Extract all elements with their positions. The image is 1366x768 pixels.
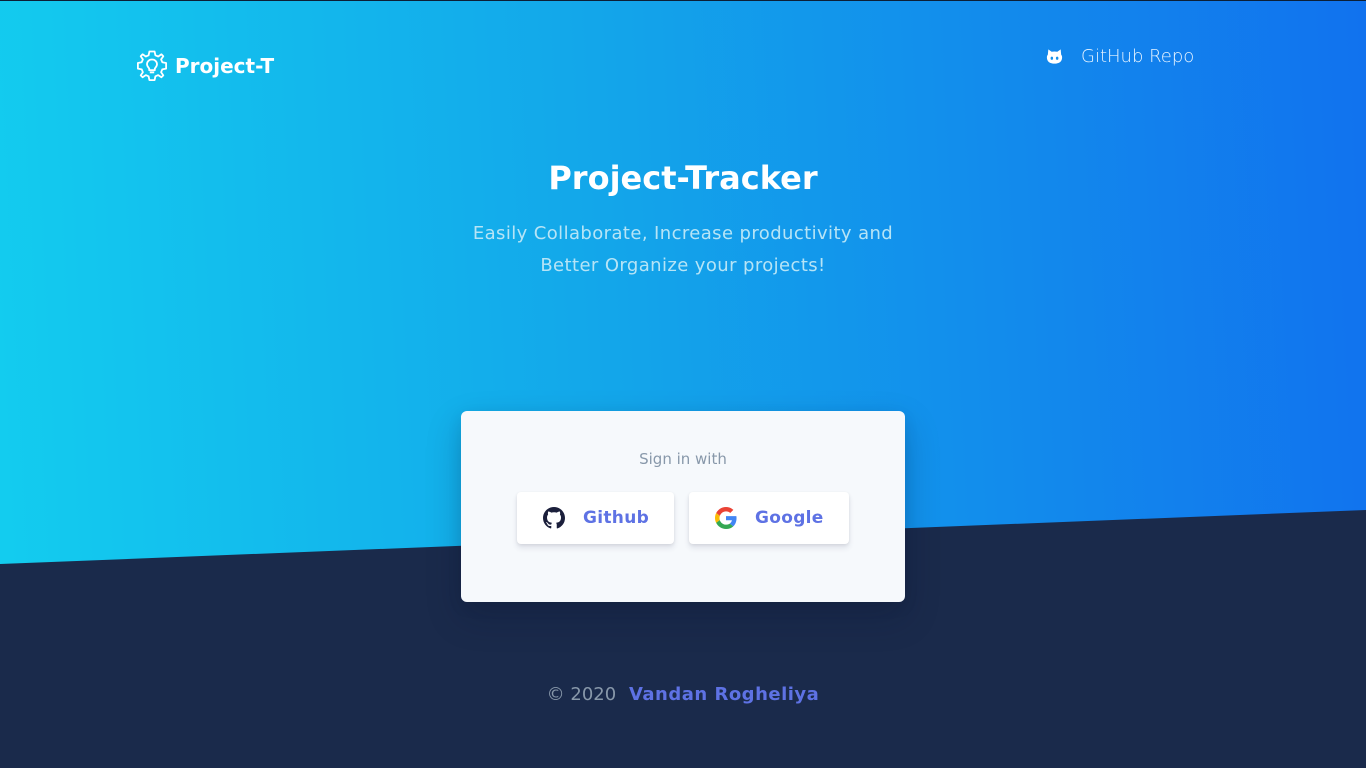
github-repo-label: GitHub Repo — [1081, 45, 1195, 67]
hero-subtitle: Easily Collaborate, Increase productivit… — [472, 223, 894, 276]
github-octocat-icon — [1046, 48, 1063, 64]
gear-bulb-icon — [137, 50, 167, 81]
google-signin-button[interactable]: Google — [689, 492, 849, 544]
signin-card: Sign in with Github Google — [461, 411, 905, 602]
hero-title: Project-Tracker — [548, 159, 818, 197]
github-signin-button[interactable]: Github — [517, 492, 674, 544]
hero-section: Project-Tracker Easily Collaborate, Incr… — [0, 155, 1366, 282]
brand-name: Project-T — [175, 54, 275, 78]
copyright-text: © 2020 — [546, 684, 617, 705]
github-button-label: Github — [583, 508, 650, 528]
google-icon — [715, 507, 737, 529]
author-link[interactable]: Vandan Rogheliya — [629, 684, 819, 705]
brand-link[interactable]: Project-T — [135, 47, 274, 85]
navbar: Project-T GitHub Repo — [0, 0, 1366, 120]
github-icon — [543, 507, 565, 529]
google-button-label: Google — [755, 508, 824, 528]
signin-label: Sign in with — [639, 450, 727, 468]
top-border-line — [0, 0, 1366, 1]
footer: © 2020 Vandan Rogheliya — [0, 684, 1366, 705]
github-repo-link[interactable]: GitHub Repo — [1045, 42, 1194, 70]
